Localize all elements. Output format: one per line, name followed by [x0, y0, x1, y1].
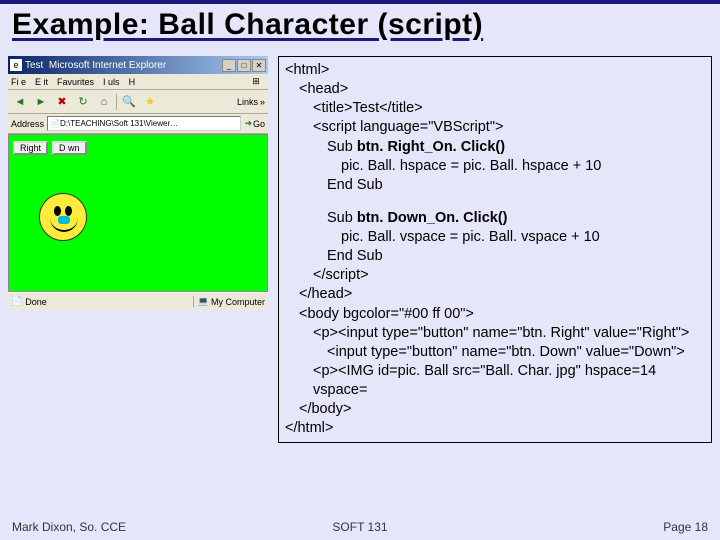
done-icon: 📄 [11, 296, 22, 307]
status-bar: 📄 Done 💻My Computer [8, 292, 268, 310]
browser-window: e Test Microsoft Internet Explorer _ □ ✕… [8, 56, 268, 443]
menu-favorites[interactable]: Favurites [57, 77, 94, 87]
slide-title: Example: Ball Character (script) [0, 4, 720, 50]
back-icon[interactable]: ◄ [11, 93, 29, 111]
footer-author: Mark Dixon, So. CCE [12, 520, 126, 534]
code-line: <p><IMG id=pic. Ball src="Ball. Char. jp… [285, 362, 705, 400]
down-button[interactable]: D wn [52, 141, 87, 155]
code-line: </body> [285, 400, 705, 419]
code-line: <head> [285, 80, 705, 99]
code-line: End Sub [285, 247, 705, 266]
code-line: </html> [285, 419, 705, 438]
code-line: pic. Ball. vspace = pic. Ball. vspace + … [285, 228, 705, 247]
forward-icon[interactable]: ► [32, 93, 50, 111]
window-titlebar: e Test Microsoft Internet Explorer _ □ ✕ [8, 56, 268, 74]
footer-page: Page 18 [663, 520, 708, 534]
slide-footer: Mark Dixon, So. CCE SOFT 131 Page 18 [0, 520, 720, 534]
computer-icon: 💻 [198, 296, 209, 307]
page-content: Right D wn [8, 134, 268, 292]
ball-image [39, 193, 87, 241]
footer-course: SOFT 131 [332, 520, 387, 534]
refresh-icon[interactable]: ↻ [74, 93, 92, 111]
address-label: Address [11, 119, 44, 129]
status-done: Done [25, 297, 47, 307]
menu-edit[interactable]: E it [35, 77, 48, 87]
code-listing: <html> <head> <title>Test</title> <scrip… [278, 56, 712, 443]
maximize-button[interactable]: □ [237, 59, 251, 72]
go-arrow-icon: ➜ [244, 118, 252, 129]
menu-help[interactable]: H [129, 77, 136, 87]
toolbar: ◄ ► ✖ ↻ ⌂ 🔍 ★ Links » [8, 90, 268, 114]
home-icon[interactable]: ⌂ [95, 93, 113, 111]
code-line: </head> [285, 285, 705, 304]
chevron-right-icon: » [260, 97, 265, 107]
close-button[interactable]: ✕ [252, 59, 266, 72]
code-line: <html> [285, 61, 705, 80]
code-line: <p><input type="button" name="btn. Right… [285, 324, 705, 343]
links-bar[interactable]: Links » [237, 97, 265, 107]
menu-bar: Fi e E it Favurites I uls H ⊞ [8, 74, 268, 90]
code-line: End Sub [285, 176, 705, 195]
window-title: Test Microsoft Internet Explorer [25, 60, 221, 71]
zone-mycomputer: 💻My Computer [193, 296, 265, 307]
code-line: Sub btn. Down_On. Click() [285, 209, 705, 228]
address-input[interactable]: 📄 D:\TEACHING\Soft 131\Viewer… [47, 116, 241, 131]
code-line: <script language="VBScript"> [285, 118, 705, 137]
code-line: <input type="button" name="btn. Down" va… [285, 343, 705, 362]
right-button[interactable]: Right [13, 141, 48, 155]
menu-tools[interactable]: I uls [103, 77, 120, 87]
go-button[interactable]: ➜Go [244, 118, 265, 129]
minimize-button[interactable]: _ [222, 59, 236, 72]
ie-icon: e [10, 59, 22, 71]
code-line: pic. Ball. hspace = pic. Ball. hspace + … [285, 157, 705, 176]
menu-file[interactable]: Fi e [11, 77, 26, 87]
code-line: </script> [285, 266, 705, 285]
favorites-icon[interactable]: ★ [141, 93, 159, 111]
code-line: Sub btn. Right_On. Click() [285, 138, 705, 157]
stop-icon[interactable]: ✖ [53, 93, 71, 111]
code-line: <body bgcolor="#00 ff 00"> [285, 305, 705, 324]
windows-logo-icon: ⊞ [247, 75, 265, 89]
search-icon[interactable]: 🔍 [120, 93, 138, 111]
code-line: <title>Test</title> [285, 99, 705, 118]
address-bar: Address 📄 D:\TEACHING\Soft 131\Viewer… ➜… [8, 114, 268, 134]
